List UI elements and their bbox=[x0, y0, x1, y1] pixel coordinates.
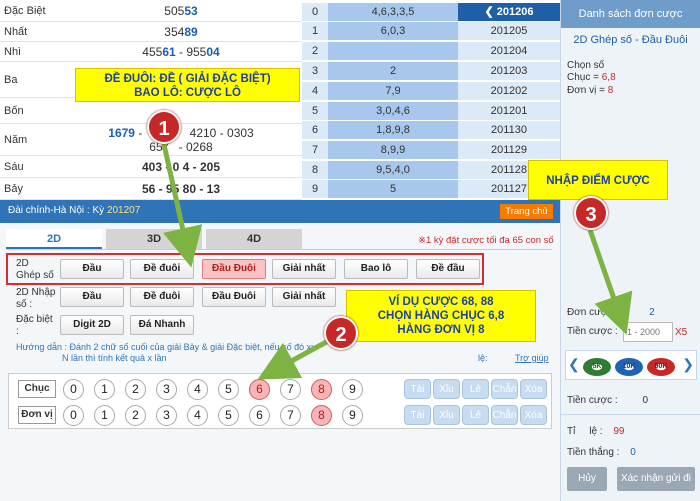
note-1: ĐỀ ĐUÔI: ĐỀ ( GIẢI ĐẶC BIỆT) BAO LÔ: CƯỢC… bbox=[75, 68, 300, 102]
arrow-2 bbox=[257, 337, 332, 380]
arrow-3 bbox=[587, 229, 633, 335]
note-3: NHẬP ĐIỂM CƯỢC bbox=[528, 160, 668, 200]
step-badge-1: 1 bbox=[147, 110, 181, 144]
step-badge-3: 3 bbox=[574, 196, 608, 230]
note-2: VÍ DỤ CƯỢC 68, 88 CHỌN HÀNG CHỤC 6,8 HÀNG … bbox=[346, 290, 536, 342]
arrow-1 bbox=[160, 139, 203, 268]
step-badge-2: 2 bbox=[324, 316, 358, 350]
